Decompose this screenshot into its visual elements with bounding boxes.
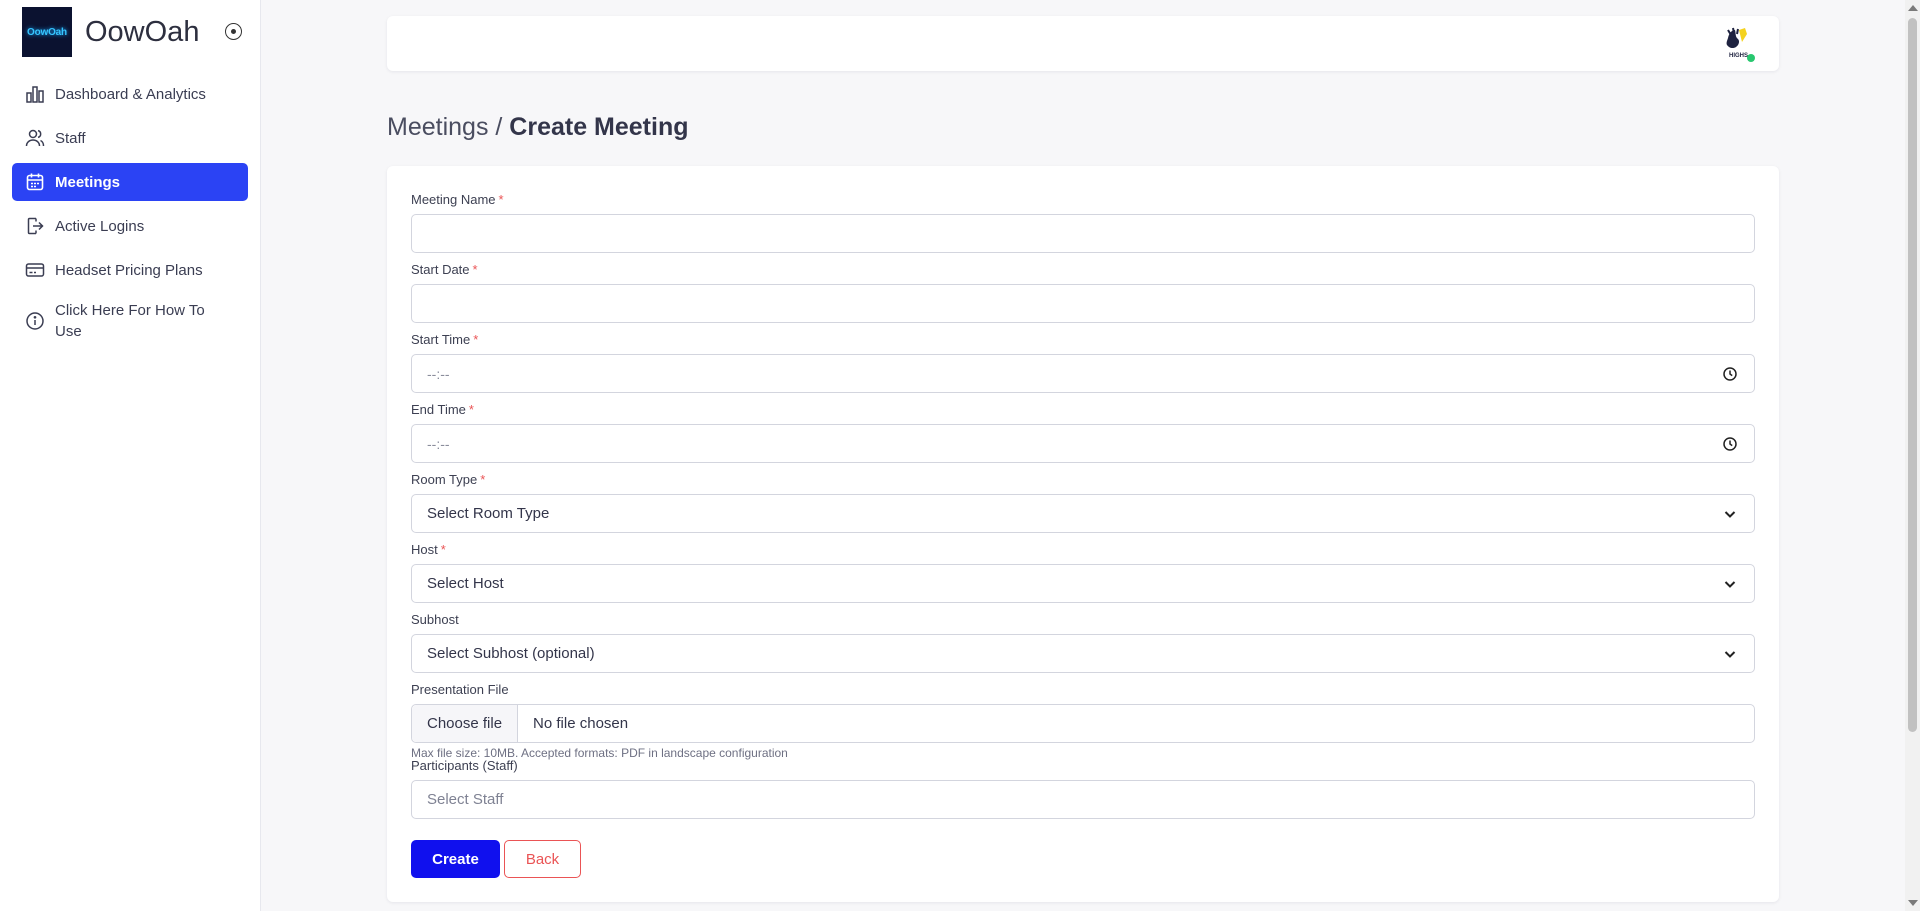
page-scrollbar[interactable] <box>1905 0 1920 911</box>
create-meeting-form: Meeting Name * Start Date * Start Time * --… <box>411 192 1755 828</box>
avatar[interactable]: HIGHS <box>1721 26 1755 62</box>
scroll-up-arrow-icon[interactable] <box>1908 5 1918 11</box>
choose-file-button[interactable]: Choose file <box>412 705 519 742</box>
sidebar-item-how-to-use[interactable]: Click Here For How To Use <box>12 295 248 347</box>
sidebar-item-label: Meetings <box>55 173 121 191</box>
login-icon <box>25 216 45 236</box>
required-marker: * <box>480 472 486 487</box>
subhost-selected: Select Subhost (optional) <box>427 645 595 662</box>
start-date-field: Start Date * <box>411 262 1755 332</box>
scroll-down-arrow-icon[interactable] <box>1908 900 1918 906</box>
subhost-select[interactable]: Select Subhost (optional) <box>411 634 1755 673</box>
meeting-name-input[interactable] <box>411 214 1755 253</box>
sidebar-item-active-logins[interactable]: Active Logins <box>12 207 248 245</box>
presentation-file-field: Presentation File Choose file No file ch… <box>411 682 1755 760</box>
host-label: Host * <box>411 542 446 557</box>
info-icon <box>25 311 45 331</box>
presentation-file-label: Presentation File <box>411 682 509 697</box>
start-date-label: Start Date * <box>411 262 478 277</box>
sidebar-item-label: Active Logins <box>55 217 145 235</box>
end-time-input[interactable]: --:-- <box>411 424 1755 463</box>
breadcrumb-parent[interactable]: Meetings / <box>387 113 509 141</box>
sidebar-item-label: Headset Pricing Plans <box>55 261 203 279</box>
sidebar: OowOah OowOah Dashboard & Analytics Staf… <box>0 0 261 911</box>
start-time-value: --:-- <box>427 365 450 382</box>
brand[interactable]: OowOah OowOah <box>22 7 199 57</box>
meeting-name-field: Meeting Name * <box>411 192 1755 262</box>
sidebar-item-label: Staff <box>55 129 86 147</box>
sidebar-item-dashboard[interactable]: Dashboard & Analytics <box>12 75 248 113</box>
bar-chart-icon <box>25 84 45 104</box>
users-icon <box>25 128 45 148</box>
form-actions: Create Back <box>411 840 581 878</box>
back-button[interactable]: Back <box>504 840 581 878</box>
required-marker: * <box>498 192 504 207</box>
end-time-label: End Time * <box>411 402 474 417</box>
clock-icon[interactable] <box>1722 436 1738 452</box>
credit-card-icon <box>25 260 45 280</box>
chevron-down-icon <box>1722 576 1738 592</box>
start-time-field: Start Time * --:-- <box>411 332 1755 402</box>
subhost-label: Subhost <box>411 612 459 627</box>
clock-icon[interactable] <box>1722 366 1738 382</box>
room-type-selected: Select Room Type <box>427 505 550 522</box>
file-status-text: No file chosen <box>533 715 629 732</box>
breadcrumb-current: Create Meeting <box>509 113 689 141</box>
required-marker: * <box>440 542 446 557</box>
create-button[interactable]: Create <box>411 840 500 878</box>
start-date-input[interactable] <box>411 284 1755 323</box>
required-marker: * <box>472 262 478 277</box>
chevron-down-icon <box>1722 506 1738 522</box>
room-type-label: Room Type * <box>411 472 486 487</box>
presentation-file-input[interactable]: Choose file No file chosen <box>411 704 1755 743</box>
end-time-value: --:-- <box>427 435 450 452</box>
room-type-field: Room Type * Select Room Type <box>411 472 1755 542</box>
host-field: Host * Select Host <box>411 542 1755 612</box>
host-selected: Select Host <box>427 575 504 592</box>
participants-label: Participants (Staff) <box>411 758 518 773</box>
required-marker: * <box>473 332 479 347</box>
sidebar-item-staff[interactable]: Staff <box>12 119 248 157</box>
subhost-field: Subhost Select Subhost (optional) <box>411 612 1755 682</box>
end-time-field: End Time * --:-- <box>411 402 1755 472</box>
participants-field: Participants (Staff) Select Staff <box>411 758 1755 828</box>
avatar-text: HIGHS <box>1729 53 1748 59</box>
participants-placeholder: Select Staff <box>427 791 504 808</box>
start-time-input[interactable]: --:-- <box>411 354 1755 393</box>
host-select[interactable]: Select Host <box>411 564 1755 603</box>
create-meeting-card: Meeting Name * Start Date * Start Time * --… <box>387 166 1779 902</box>
sidebar-item-label: Dashboard & Analytics <box>55 85 206 103</box>
calendar-icon <box>25 172 45 192</box>
sidebar-item-meetings[interactable]: Meetings <box>12 163 248 201</box>
meeting-name-label: Meeting Name * <box>411 192 504 207</box>
chevron-down-icon <box>1722 646 1738 662</box>
brand-name: OowOah <box>85 15 200 48</box>
required-marker: * <box>468 402 474 417</box>
participants-multiselect[interactable]: Select Staff <box>411 780 1755 819</box>
room-type-select[interactable]: Select Room Type <box>411 494 1755 533</box>
start-time-label: Start Time * <box>411 332 479 347</box>
online-status-indicator <box>1747 54 1755 62</box>
top-navbar: HIGHS <box>387 16 1779 71</box>
brand-logo-text: OowOah <box>27 26 67 38</box>
sidebar-toggle-icon[interactable] <box>225 23 242 40</box>
page-title: Meetings / Create Meeting <box>387 113 689 142</box>
sidebar-item-label: Click Here For How To Use <box>55 302 205 340</box>
scrollbar-thumb[interactable] <box>1908 18 1917 732</box>
sidebar-nav: Dashboard & Analytics Staff Meetings Act… <box>12 75 248 353</box>
sidebar-item-headset-pricing[interactable]: Headset Pricing Plans <box>12 251 248 289</box>
brand-logo: OowOah <box>22 7 72 57</box>
